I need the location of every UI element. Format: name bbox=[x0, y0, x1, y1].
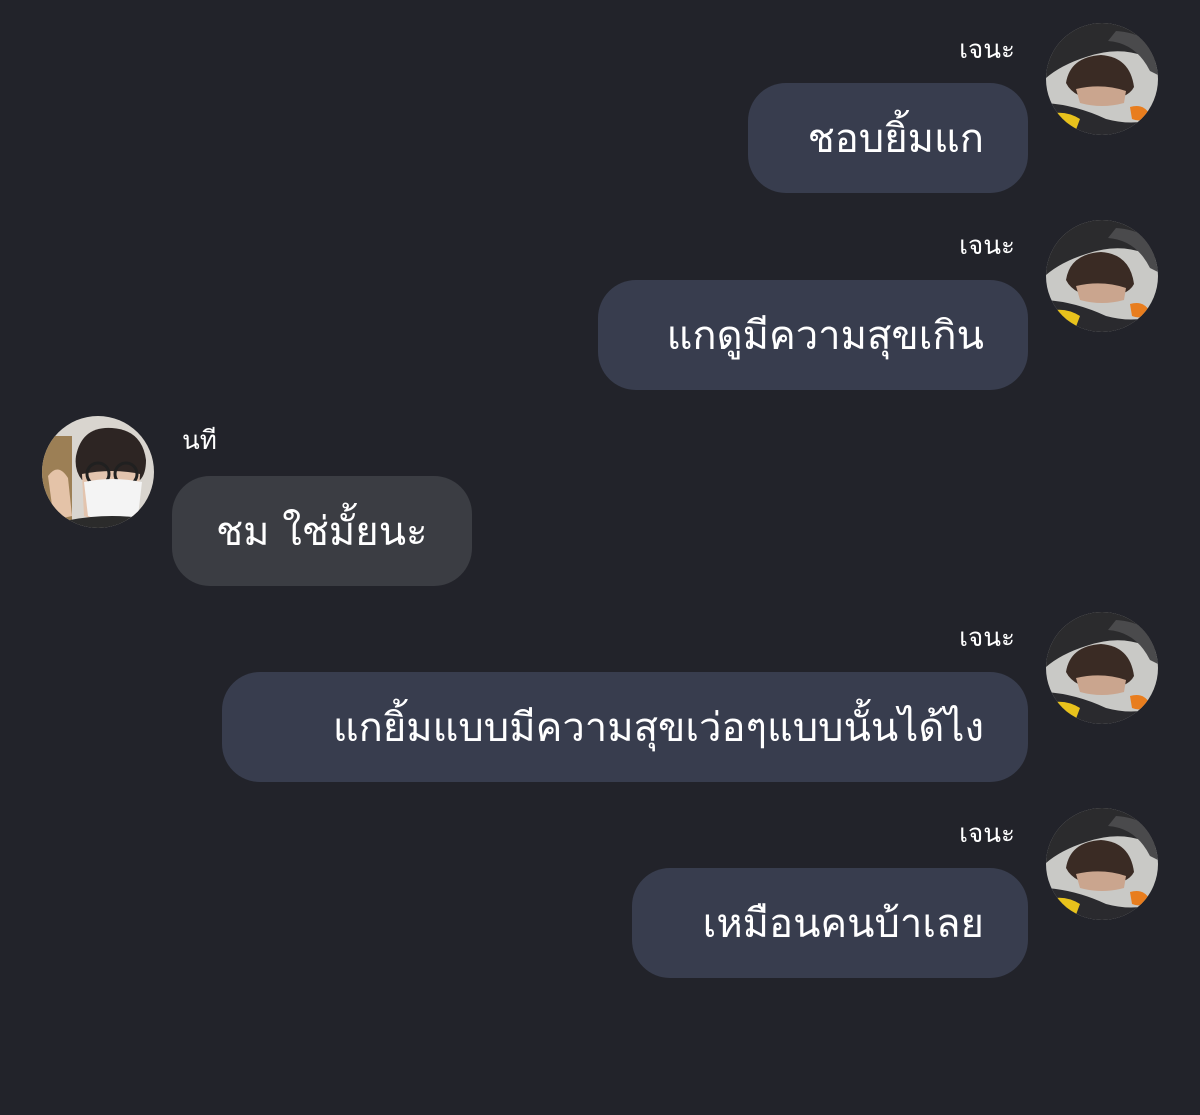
message-bubble[interactable]: แกดูมีความสุขเกิน bbox=[598, 280, 1028, 390]
avatar[interactable] bbox=[1046, 612, 1158, 724]
message-text: ชอบยิ้มแก bbox=[807, 116, 984, 162]
sender-name: นที bbox=[182, 426, 217, 456]
message-text: แกยิ้มแบบมีความสุขเว่อๆแบบนั้นได้ไง bbox=[332, 705, 984, 751]
message-bubble[interactable]: ชอบยิ้มแก bbox=[748, 83, 1028, 193]
sender-name: เจนะ bbox=[959, 819, 1015, 849]
avatar[interactable] bbox=[1046, 808, 1158, 920]
avatar[interactable] bbox=[1046, 23, 1158, 135]
sender-name: เจนะ bbox=[959, 623, 1015, 653]
sender-name: เจนะ bbox=[959, 231, 1015, 261]
message-text: ชม ใช่มั้ยนะ bbox=[216, 509, 428, 555]
avatar[interactable] bbox=[42, 416, 154, 528]
message-bubble[interactable]: ชม ใช่มั้ยนะ bbox=[172, 476, 472, 586]
message-text: แกดูมีความสุขเกิน bbox=[666, 313, 984, 359]
message-bubble[interactable]: แกยิ้มแบบมีความสุขเว่อๆแบบนั้นได้ไง bbox=[222, 672, 1028, 782]
sender-name: เจนะ bbox=[959, 35, 1015, 65]
message-text: เหมือนคนบ้าเลย bbox=[702, 901, 984, 947]
avatar[interactable] bbox=[1046, 220, 1158, 332]
message-bubble[interactable]: เหมือนคนบ้าเลย bbox=[632, 868, 1028, 978]
